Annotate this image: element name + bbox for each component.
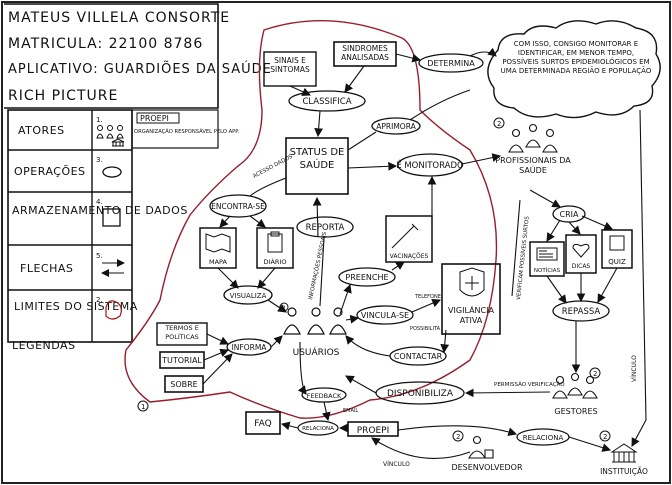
institution-building-icon (610, 443, 638, 463)
edge-label-possibilita: POSSIBILITA (410, 326, 441, 332)
edge-label-vinculo: VÍNCULO (383, 461, 410, 468)
diagram-canvas: ATORES OPERAÇÕES ARMAZENAMENTO DE DADOS … (1, 1, 671, 484)
desenvolvedor-actor-icon (468, 435, 494, 459)
feedback-label: FEEDBACK (307, 392, 342, 400)
informa-label: INFORMA (232, 343, 268, 352)
instituicao-label: INSTITUIÇÃO (600, 467, 648, 476)
actors-icon (96, 125, 125, 147)
legend-label-flechas: FLECHAS (20, 262, 73, 275)
reporta-label: REPORTA (306, 223, 345, 233)
proepi-legend-note: ORGANIZAÇÃO RESPONSÁVEL PELO APP. (134, 128, 240, 135)
contactar-label: CONTACTAR (394, 352, 443, 361)
proepi-label: PROEPI (357, 426, 390, 436)
arrows-icon (101, 259, 125, 277)
shield-cross-icon (459, 267, 485, 297)
legend-label-operacoes: OPERAÇÕES (14, 165, 86, 178)
encontra-label: ENCONTRA-SE (211, 202, 265, 211)
aprimora-label: APRIMORA (376, 122, 416, 131)
marker-5: 2 (603, 433, 607, 441)
marker-2: 2 (497, 120, 501, 128)
diario-label: DIÁRIO (264, 257, 287, 266)
edge-label-permissao: PERMISSÃO VERIFICAÇÃO (494, 381, 565, 388)
vincula-label: VINCULA-SE (361, 311, 409, 320)
vacinacoes-label: VACINAÇÕES (390, 253, 429, 260)
relaciona-left-label: RELACIONA (302, 426, 334, 432)
edge-label-email: EMAIL (343, 408, 358, 414)
tutorial-label: TUTORIAL (161, 356, 202, 365)
marker-1: 1 (141, 403, 145, 411)
quiz-card-icon (609, 235, 625, 251)
conclusion-text: COM ISSO, CONSIGO MONITORAR E IDENTIFICA… (500, 40, 652, 75)
usuarios-actor-icon (283, 307, 347, 335)
heart-icon (572, 243, 590, 258)
visualiza-label: VISUALIZA (230, 292, 267, 300)
legend-table: ATORES OPERAÇÕES ARMAZENAMENTO DE DADOS … (7, 109, 240, 352)
determina-label: DETERMINA (427, 59, 475, 68)
header-box (4, 3, 219, 109)
termos-label: TERMOS E POLÍTICAS (165, 324, 199, 341)
marker-3: 2 (593, 370, 597, 378)
monitorado-label: É MONITORADO (396, 159, 464, 171)
legend-num-4: 4. (96, 198, 103, 206)
sindromes-label: SINDROMES ANALISADAS (341, 44, 389, 62)
status-saude-label: STATUS DE SAÚDE (289, 147, 345, 171)
clipboard-icon (267, 231, 283, 253)
noticias-label: NOTÍCIAS (534, 267, 561, 274)
legend-footer: LEGENDAS (12, 339, 76, 352)
cria-label: CRIA (560, 210, 580, 219)
quiz-label: QUIZ (608, 258, 626, 266)
legend-num-1: 1. (96, 116, 103, 124)
legend-num-3: 3. (96, 156, 103, 164)
legend-num-2: 2. (96, 296, 103, 304)
gestores-label: GESTORES (554, 407, 597, 416)
repassa-label: REPASSA (562, 307, 601, 317)
relaciona-right-label: RELACIONA (523, 434, 564, 442)
sobre-label: SOBRE (170, 380, 197, 389)
vigilancia-label: VIGILÂNCIA ATIVA (448, 306, 494, 325)
syringe-icon (391, 223, 419, 249)
map-icon (205, 233, 231, 253)
newspaper-icon (536, 247, 558, 261)
proepi-legend-label: PROEPI (140, 114, 169, 123)
marker-6: 2 (282, 305, 286, 312)
marker-4: 2 (456, 433, 460, 441)
legend-label-atores: ATORES (18, 124, 65, 137)
conclusion-text-box: COM ISSO, CONSIGO MONITORAR E IDENTIFICA… (500, 40, 652, 75)
faq-label: FAQ (254, 419, 271, 429)
operation-ellipse-icon (102, 166, 122, 178)
edge-label-vinculo-right: VÍNCULO (631, 355, 638, 382)
profissionais-actor-icon (508, 123, 558, 153)
disponibiliza-label: DISPONIBILIZA (387, 389, 454, 399)
mapa-label: MAPA (209, 258, 228, 266)
rich-picture-sheet: MATEUS VILLELA CONSORTE MATRICULA: 22100… (0, 0, 672, 485)
sinais-sintomas-label: SINAIS E SINTOMAS (270, 56, 310, 74)
dicas-label: DICAS (572, 263, 591, 270)
classifica-label: CLASSIFICA (302, 97, 351, 107)
edge-label-informacoes: INFORMAÇÕES PESSOAIS (307, 231, 328, 301)
legend-label-limites: LIMITES DO SISTEMA (14, 300, 138, 313)
profissionais-label: PROFISSIONAIS DA SAÚDE (495, 156, 571, 175)
preenche-label: PREENCHE (345, 273, 388, 282)
desenvolvedor-label: DESENVOLVEDOR (451, 463, 523, 472)
legend-num-5: 5. (96, 252, 103, 260)
edge-label-telefone: TELEFONE (414, 294, 441, 300)
